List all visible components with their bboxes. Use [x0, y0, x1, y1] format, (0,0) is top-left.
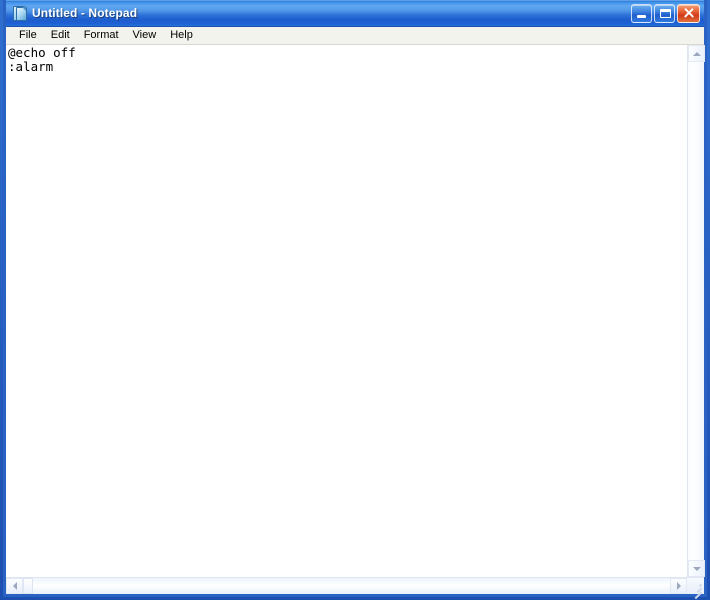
scroll-down-icon — [692, 566, 701, 571]
horizontal-scrollbar-row — [6, 577, 704, 599]
menu-item-edit[interactable]: Edit — [44, 28, 77, 44]
menu-item-file[interactable]: File — [12, 28, 44, 44]
minimize-button[interactable] — [631, 3, 652, 23]
notepad-document-icon[interactable] — [11, 5, 27, 21]
resize-grip-line-3 — [698, 582, 702, 587]
horizontal-scroll-track[interactable] — [33, 578, 670, 594]
caption-button-group — [631, 3, 700, 23]
scroll-up-icon — [692, 51, 701, 56]
maximize-button[interactable] — [654, 3, 675, 23]
vertical-scroll-track[interactable] — [688, 62, 704, 560]
vertical-scrollbar[interactable] — [687, 45, 705, 577]
title-bar[interactable]: Untitled - Notepad — [6, 0, 704, 27]
menu-item-format[interactable]: Format — [77, 28, 126, 44]
editor-text[interactable]: @echo off :alarm — [8, 46, 687, 74]
horizontal-scrollbar[interactable] — [6, 578, 687, 594]
text-editor[interactable]: @echo off :alarm — [6, 45, 687, 577]
client-area: @echo off :alarm — [6, 45, 705, 599]
horizontal-scroll-thumb[interactable] — [23, 578, 33, 594]
menu-bar: File Edit Format View Help — [6, 27, 704, 45]
window-title: Untitled - Notepad — [32, 6, 138, 20]
scroll-left-button[interactable] — [6, 578, 23, 594]
resize-grip-icon[interactable] — [687, 578, 704, 599]
notepad-icon-fold — [22, 7, 26, 11]
menu-item-help[interactable]: Help — [163, 28, 200, 44]
close-button[interactable] — [677, 3, 700, 23]
editor-row: @echo off :alarm — [6, 45, 705, 577]
scroll-up-button[interactable] — [688, 45, 705, 62]
scroll-right-icon — [676, 582, 681, 590]
scroll-right-button[interactable] — [670, 578, 687, 594]
maximize-icon — [660, 8, 671, 18]
window-frame: Untitled - Notepad File Edit Format View — [3, 0, 707, 599]
menu-item-view[interactable]: View — [126, 28, 164, 44]
scroll-down-button[interactable] — [688, 560, 705, 577]
scroll-left-icon — [12, 582, 17, 590]
minimize-icon — [637, 14, 646, 18]
notepad-window: Untitled - Notepad File Edit Format View — [0, 0, 710, 600]
